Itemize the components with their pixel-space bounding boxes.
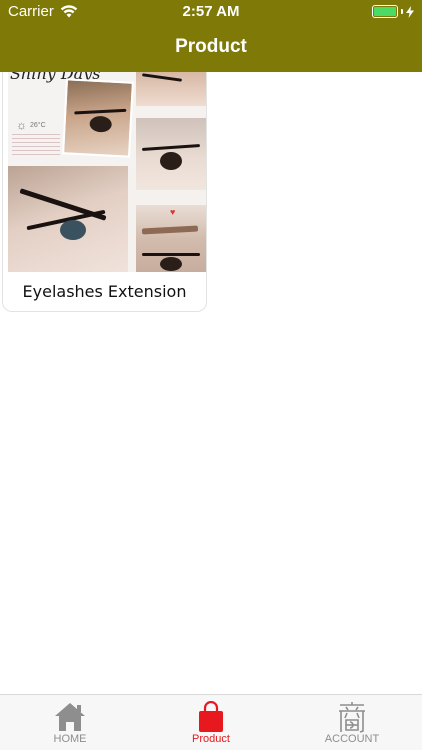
collage-photo-top-right: [136, 72, 206, 106]
battery-icon: [372, 5, 398, 18]
collage-photo-eye-1: [62, 78, 134, 158]
eye-pupil: [160, 257, 182, 271]
tab-account[interactable]: ACCOUNT: [282, 695, 422, 750]
eye-lash: [74, 108, 127, 115]
eye-lash: [141, 143, 201, 152]
shopping-bag-icon: [199, 701, 223, 732]
collage-photo-eye-2: [136, 118, 206, 190]
eye-lash: [142, 253, 200, 256]
status-bar: Carrier 2:57 AM: [0, 0, 422, 24]
product-card[interactable]: Shiny Days ☼ 26°C ♥ Eyelashes Extension: [2, 72, 207, 312]
status-time: 2:57 AM: [182, 3, 240, 20]
eye-pupil: [89, 115, 113, 133]
product-name: Eyelashes Extension: [22, 282, 187, 301]
app-header: Carrier 2:57 AM Product: [0, 0, 422, 72]
product-image: Shiny Days ☼ 26°C ♥: [8, 72, 206, 272]
sun-icon: ☼: [16, 118, 27, 132]
home-icon: [55, 703, 85, 731]
tab-account-label: ACCOUNT: [324, 733, 380, 745]
tab-home[interactable]: HOME: [0, 695, 140, 750]
status-right: [372, 5, 414, 18]
eye-pupil: [160, 152, 182, 170]
collage-small-text: [12, 134, 60, 158]
charging-bolt-icon: [406, 5, 414, 18]
eye-brow: [141, 225, 199, 235]
product-list: Shiny Days ☼ 26°C ♥ Eyelashes Extension: [0, 72, 422, 694]
battery-tip: [401, 9, 403, 14]
account-kanji-icon: [339, 702, 365, 733]
collage-photo-eye-large: [8, 166, 128, 272]
tab-product[interactable]: Product: [141, 695, 281, 750]
page-title: Product: [175, 36, 247, 57]
eye-lash: [141, 73, 183, 82]
eye-pupil: [60, 220, 86, 240]
tab-home-label: HOME: [53, 733, 87, 745]
tab-bar: HOME Product ACCOUNT: [0, 694, 422, 750]
collage-temp-text: 26°C: [30, 122, 46, 129]
battery-fill: [374, 7, 396, 16]
tab-product-label: Product: [192, 733, 230, 745]
heart-icon: ♥: [170, 207, 176, 217]
